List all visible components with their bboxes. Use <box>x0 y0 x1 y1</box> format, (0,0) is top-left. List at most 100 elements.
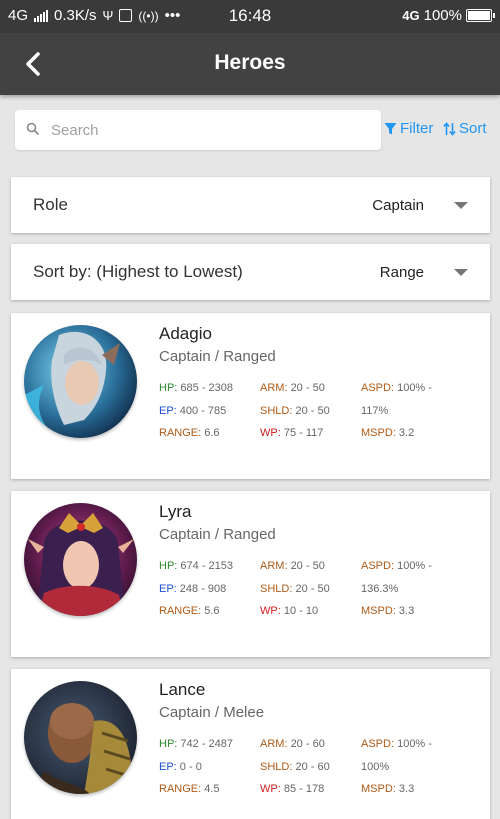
stat-range: RANGE: 6.6 <box>159 427 220 439</box>
status-right: 4G 100% <box>402 7 495 24</box>
stat-wp: WP: 75 - 117 <box>260 427 323 439</box>
status-bar: 4G 0.3K/s Ψ ((•)) ••• 16:48 4G 100% <box>0 0 500 33</box>
search-box[interactable] <box>15 110 381 150</box>
stat-value: 685 - 2308 <box>180 382 234 394</box>
stat-key: WP: <box>260 605 281 617</box>
caret-down-icon[interactable] <box>454 269 468 276</box>
sort-dropdown[interactable]: Sort by: (Highest to Lowest) Range <box>11 244 490 300</box>
stat-value: 3.3 <box>398 783 415 795</box>
caret-down-icon[interactable] <box>454 202 468 209</box>
page-title: Heroes <box>214 51 286 74</box>
hero-name: Adagio <box>159 324 212 343</box>
sort-by-label: Sort by: (Highest to Lowest) <box>33 262 243 281</box>
stat-value: 75 - 117 <box>283 427 324 439</box>
stat-key: WP: <box>260 427 281 439</box>
stat-value: 20 - 60 <box>290 738 325 750</box>
stat-arm: ARM: 20 - 50 <box>260 382 325 394</box>
stat-shld: SHLD: 20 - 50 <box>260 583 330 595</box>
stat-key: EP: <box>159 761 177 773</box>
stat-hp: HP: 685 - 2308 <box>159 382 233 394</box>
stat-value: 100% - <box>397 382 432 394</box>
hero-avatar <box>24 503 137 616</box>
hero-name: Lyra <box>159 502 192 521</box>
stat-ep: EP: 0 - 0 <box>159 761 202 773</box>
battery-icon <box>466 9 495 22</box>
search-icon <box>26 122 39 135</box>
stat-aspd: ASPD: 100% - <box>361 560 432 572</box>
stat-mspd: MSPD: 3.2 <box>361 427 414 439</box>
stat-mspd: MSPD: 3.3 <box>361 783 414 795</box>
stat-key: HP: <box>159 738 178 750</box>
hero-role: Captain / Ranged <box>159 526 276 543</box>
stat-aspd: ASPD: 100% - <box>361 738 432 750</box>
stat-key: EP: <box>159 405 177 417</box>
stat-value: 3.3 <box>398 605 415 617</box>
stat-value: 5.6 <box>204 605 220 617</box>
stat-aspd-max: 136.3% <box>361 583 399 595</box>
hero-avatar <box>24 681 137 794</box>
stat-ep: EP: 400 - 785 <box>159 405 226 417</box>
stat-key: ARM: <box>260 560 288 572</box>
hero-role: Captain / Melee <box>159 704 265 721</box>
stat-key: RANGE: <box>159 427 202 439</box>
stat-arm: ARM: 20 - 60 <box>260 738 325 750</box>
stat-hp: HP: 674 - 2153 <box>159 560 233 572</box>
stat-shld: SHLD: 20 - 60 <box>260 761 330 773</box>
stat-key: ARM: <box>260 382 288 394</box>
stat-mspd: MSPD: 3.3 <box>361 605 414 617</box>
stat-key: MSPD: <box>361 427 396 439</box>
role-dropdown[interactable]: Role Captain <box>11 177 490 233</box>
sort-label: Sort <box>459 120 487 137</box>
stat-key: ARM: <box>260 738 288 750</box>
filter-icon <box>384 122 397 134</box>
network-label-right: 4G <box>402 8 420 23</box>
stat-wp: WP: 85 - 178 <box>260 783 324 795</box>
stat-key: HP: <box>159 382 178 394</box>
hero-card-lance[interactable]: Lance Captain / Melee HP: 742 - 2487 EP:… <box>11 669 490 819</box>
stat-key: ASPD: <box>361 560 395 572</box>
stat-aspd-max: 100% <box>361 761 390 773</box>
stat-value: 742 - 2487 <box>180 738 234 750</box>
sort-value[interactable]: Range <box>380 264 424 281</box>
stat-key: MSPD: <box>361 783 396 795</box>
hero-avatar <box>24 325 137 438</box>
stat-key: EP: <box>159 583 177 595</box>
stat-key: SHLD: <box>260 583 293 595</box>
stat-key: SHLD: <box>260 761 293 773</box>
stat-range: RANGE: 5.6 <box>159 605 220 617</box>
stat-value: 3.2 <box>398 427 415 439</box>
stat-key: ASPD: <box>361 382 395 394</box>
stat-value: 100% - <box>397 560 432 572</box>
stat-value: 4.5 <box>204 783 220 795</box>
role-value[interactable]: Captain <box>372 197 424 214</box>
stat-value: 6.6 <box>204 427 220 439</box>
stat-range: RANGE: 4.5 <box>159 783 220 795</box>
filter-button[interactable]: Filter <box>384 120 433 137</box>
stat-key: MSPD: <box>361 605 396 617</box>
hero-card-adagio[interactable]: Adagio Captain / Ranged HP: 685 - 2308 E… <box>11 313 490 479</box>
hero-role: Captain / Ranged <box>159 348 276 365</box>
stat-key: ASPD: <box>361 738 395 750</box>
stat-value: 248 - 908 <box>179 583 227 595</box>
stat-value: 674 - 2153 <box>180 560 234 572</box>
hero-card-lyra[interactable]: Lyra Captain / Ranged HP: 674 - 2153 EP:… <box>11 491 490 657</box>
stat-key: HP: <box>159 560 178 572</box>
stat-wp: WP: 10 - 10 <box>260 605 318 617</box>
stat-value: 400 - 785 <box>179 405 227 417</box>
stat-arm: ARM: 20 - 50 <box>260 560 325 572</box>
search-input[interactable] <box>51 110 371 150</box>
stat-key: WP: <box>260 783 281 795</box>
stat-value: 20 - 50 <box>295 405 330 417</box>
app-bar: Heroes <box>0 33 500 95</box>
stat-value: 20 - 50 <box>290 382 325 394</box>
stat-value: 20 - 50 <box>290 560 325 572</box>
stat-hp: HP: 742 - 2487 <box>159 738 233 750</box>
sort-button[interactable]: Sort <box>443 120 487 137</box>
stat-key: RANGE: <box>159 783 202 795</box>
role-label: Role <box>33 195 68 214</box>
stat-key: RANGE: <box>159 605 202 617</box>
stat-value: 10 - 10 <box>283 605 319 617</box>
stat-aspd: ASPD: 100% - <box>361 382 432 394</box>
stat-key: SHLD: <box>260 405 293 417</box>
stat-value: 85 - 178 <box>283 783 325 795</box>
